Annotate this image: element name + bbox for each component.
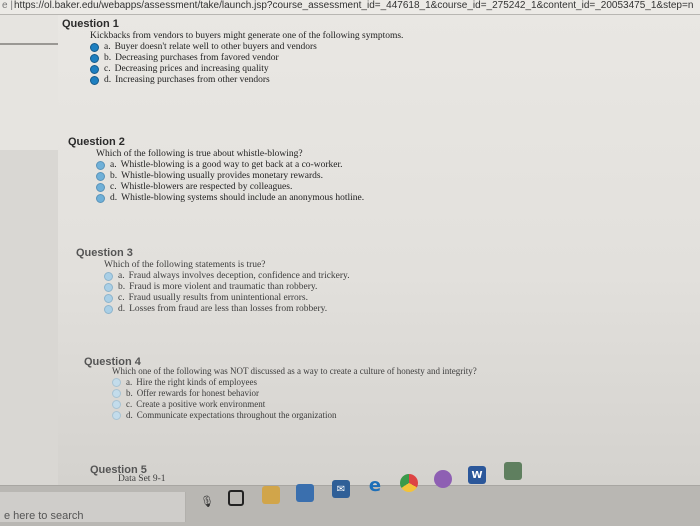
radio-button[interactable]	[96, 171, 105, 181]
question-stem: Which of the following is true about whi…	[96, 149, 303, 159]
question-stem: Data Set 9-1	[118, 474, 166, 484]
radio-button[interactable]	[90, 64, 99, 74]
radio-button[interactable]	[112, 388, 121, 398]
option-a[interactable]: a. Hire the right kinds of employees	[112, 377, 477, 387]
radio-button[interactable]	[104, 271, 113, 281]
radio-button[interactable]	[90, 75, 99, 85]
url-text[interactable]: https://ol.baker.edu/webapps/assessment/…	[14, 0, 693, 11]
option-d[interactable]: d. Whistle-blowing systems should include…	[96, 193, 364, 203]
radio-button[interactable]	[96, 193, 105, 203]
option-d[interactable]: d. Communicate expectations throughout th…	[112, 410, 477, 420]
option-b[interactable]: b. Whistle-blowing usually provides monet…	[96, 171, 364, 181]
store-icon[interactable]	[296, 484, 314, 502]
question-title: Question 2	[68, 136, 125, 148]
option-b[interactable]: b. Offer rewards for honest behavior	[112, 388, 477, 398]
radio-button[interactable]	[104, 282, 113, 292]
radio-button[interactable]	[104, 304, 113, 314]
radio-button[interactable]	[112, 410, 121, 420]
option-d[interactable]: d. Losses from fraud are less than losses…	[104, 304, 350, 314]
option-a[interactable]: a. Whistle-blowing is a good way to get b…	[96, 160, 364, 170]
radio-button[interactable]	[90, 42, 99, 52]
mail-icon[interactable]: ✉	[332, 480, 350, 498]
radio-button[interactable]	[90, 53, 99, 63]
left-panel	[0, 15, 59, 150]
search-placeholder: e here to search	[4, 510, 84, 522]
question-stem: Kickbacks from vendors to buyers might g…	[90, 31, 404, 41]
question-stem: Which of the following statements is tru…	[104, 260, 266, 270]
app-icon[interactable]	[504, 462, 522, 480]
option-c[interactable]: c. Whistle-blowers are respected by colle…	[96, 182, 364, 192]
option-b[interactable]: b. Decreasing purchases from favored vend…	[90, 53, 403, 63]
tab-icon: e |	[2, 0, 13, 11]
question-stem: Which one of the following was NOT discu…	[112, 366, 477, 376]
option-a[interactable]: a. Buyer doesn't relate well to other buy…	[90, 42, 403, 52]
option-d[interactable]: d. Increasing purchases from other vendor…	[90, 75, 403, 85]
question-5: Question 5 Data Set 9-1	[90, 464, 166, 484]
option-a[interactable]: a. Fraud always involves deception, confi…	[104, 271, 350, 281]
option-c[interactable]: c. Decreasing prices and increasing quali…	[90, 64, 403, 74]
question-title: Question 3	[76, 247, 133, 259]
radio-button[interactable]	[96, 182, 105, 192]
question-2: Question 2 Which of the following is tru…	[68, 136, 364, 203]
option-b[interactable]: b. Fraud is more violent and traumatic th…	[104, 282, 350, 292]
option-c[interactable]: c. Create a positive work environment	[112, 399, 477, 409]
address-bar[interactable]: e | https://ol.baker.edu/webapps/assessm…	[0, 0, 700, 15]
taskbar-search-box[interactable]: e here to search	[0, 492, 186, 522]
question-1: Question 1 Kickbacks from vendors to buy…	[62, 18, 403, 85]
radio-button[interactable]	[112, 377, 121, 387]
app-icon[interactable]	[434, 470, 452, 488]
question-3: Question 3 Which of the following statem…	[76, 247, 350, 314]
chrome-icon[interactable]	[400, 474, 418, 492]
edge-icon[interactable]: e	[366, 475, 384, 496]
divider	[0, 43, 58, 45]
question-4: Question 4 Which one of the following wa…	[84, 356, 477, 420]
radio-button[interactable]	[104, 293, 113, 303]
question-title: Question 1	[62, 18, 119, 30]
radio-button[interactable]	[96, 160, 105, 170]
option-c[interactable]: c. Fraud usually results from unintention…	[104, 293, 350, 303]
file-explorer-icon[interactable]	[262, 486, 280, 504]
radio-button[interactable]	[112, 399, 121, 409]
word-icon[interactable]: W	[468, 466, 486, 484]
microphone-icon[interactable]: 🎙	[198, 492, 216, 510]
task-view-icon[interactable]	[228, 490, 244, 506]
